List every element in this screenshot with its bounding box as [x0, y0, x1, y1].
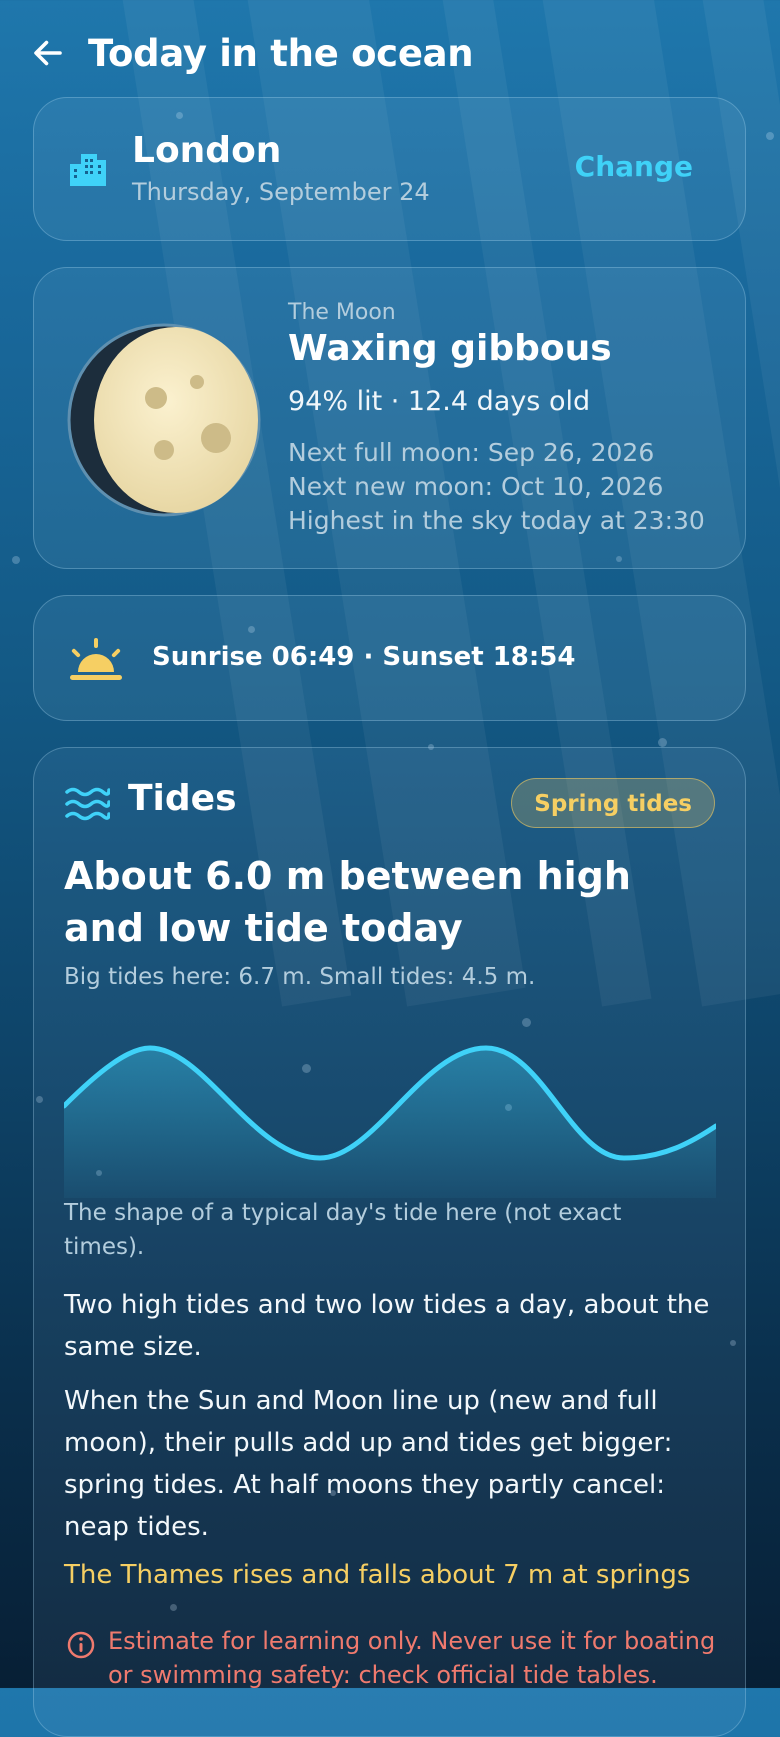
next-new-moon: Next new moon: Oct 10, 2026: [288, 472, 664, 501]
tidal-range-subline: Big tides here: 6.7 m. Small tides: 4.5 …: [64, 964, 536, 990]
page-title: Today in the ocean: [88, 31, 474, 75]
tides-explanation-1: Two high tides and two low tides a day, …: [64, 1290, 710, 1362]
sun-card: Sunrise 06:49 · Sunset 18:54: [33, 595, 746, 721]
moon-phase-image: [66, 322, 262, 522]
moon-illumination: 94% lit · 12.4 days old: [288, 386, 591, 417]
moon-highest-time: Highest in the sky today at 23:30: [288, 506, 705, 535]
moon-phase: Waxing gibbous: [288, 328, 612, 369]
sunrise-icon: [68, 638, 124, 686]
local-tide-highlight: The Thames rises and falls about 7 m at …: [64, 1560, 691, 1590]
tidal-range-headline: About 6.0 m between high and low tide to…: [64, 854, 631, 950]
change-location-button[interactable]: Change: [575, 150, 693, 183]
tides-card: Tides Spring tides About 6.0 m between h…: [33, 747, 746, 1737]
app-header: Today in the ocean: [28, 22, 474, 84]
back-button[interactable]: [28, 33, 68, 73]
arrow-left-icon: [34, 40, 62, 66]
tide-curve-chart: [61, 1028, 719, 1202]
city-name: London: [132, 130, 282, 171]
moon-label: The Moon: [288, 300, 396, 325]
tides-title: Tides: [128, 778, 237, 819]
info-icon: [66, 1630, 96, 1664]
waves-icon: [64, 784, 111, 830]
chart-caption: The shape of a typical day's tide here (…: [64, 1200, 622, 1260]
safety-warning-text: Estimate for learning only. Never use it…: [108, 1627, 716, 1689]
moon-card: The Moon Waxing gibbous 94% lit · 12.4 d…: [33, 267, 746, 569]
tides-explanation-2: When the Sun and Moon line up (new and f…: [64, 1386, 673, 1542]
next-full-moon: Next full moon: Sep 26, 2026: [288, 438, 655, 467]
sunrise-sunset: Sunrise 06:49 · Sunset 18:54: [152, 642, 576, 672]
tide-curve-area: [64, 1048, 716, 1198]
spring-tides-badge: Spring tides: [511, 778, 715, 828]
location-card: London Thursday, September 24 Change: [33, 97, 746, 241]
current-date: Thursday, September 24: [132, 178, 430, 206]
city-icon: [68, 148, 108, 192]
